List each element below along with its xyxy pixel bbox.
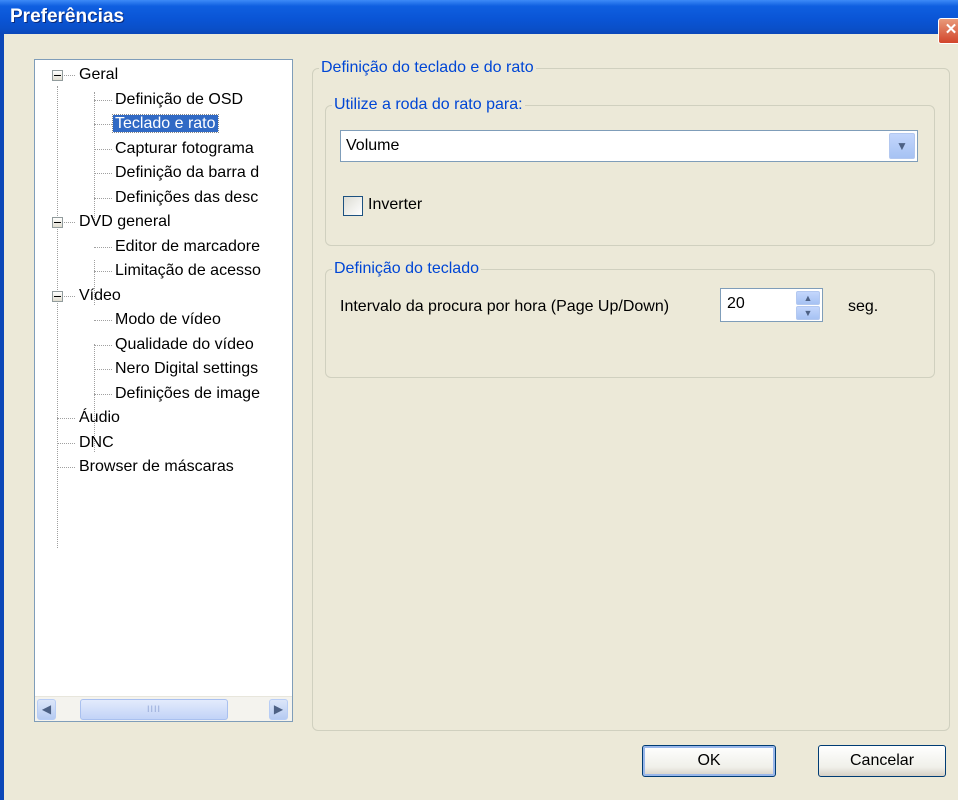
tree-item-label: DVD general	[79, 213, 171, 230]
tree-connector	[57, 418, 75, 419]
tree-item-label: Teclado e rato	[112, 114, 219, 133]
tree-item[interactable]: DVD general	[77, 210, 173, 234]
tree-connector	[94, 197, 112, 199]
tree-connector	[94, 246, 112, 248]
tree-item-label: Capturar fotograma	[115, 139, 254, 157]
spin-down-icon[interactable]: ▼	[796, 306, 820, 320]
tree-item-label: Definição da barra d	[115, 164, 260, 181]
close-button[interactable]: ✕	[938, 18, 958, 44]
collapse-icon[interactable]	[52, 290, 63, 302]
tree-item[interactable]: Definições das desc	[113, 186, 260, 210]
tree-connector	[94, 393, 112, 395]
minus-icon	[54, 295, 61, 297]
invert-checkbox[interactable]	[343, 196, 363, 216]
tree-item[interactable]: Definição da barra d	[113, 161, 261, 185]
seek-interval-label: Intervalo da procura por hora (Page Up/D…	[340, 298, 670, 315]
tree-item[interactable]: DNC	[77, 431, 116, 455]
mouse-wheel-select[interactable]: Volume ▼	[340, 130, 918, 162]
tree-item[interactable]: Nero Digital settings	[113, 357, 260, 381]
tree-item-label: Modo de vídeo	[115, 311, 221, 328]
collapse-icon[interactable]	[52, 217, 63, 228]
tree-item-label: Definições das desc	[115, 188, 259, 206]
mouse-wheel-group: Utilize a roda do rato para:	[325, 96, 935, 246]
tree-item-label: Áudio	[79, 409, 120, 426]
chevron-down-icon[interactable]: ▼	[889, 133, 915, 159]
tree-item[interactable]: Qualidade do vídeo	[113, 333, 256, 357]
tree-item[interactable]: Modo de vídeo	[113, 308, 223, 332]
seek-interval-value[interactable]: 20	[727, 295, 745, 313]
tree-item[interactable]: Definições de image	[113, 382, 262, 406]
tree-item-label: Vídeo	[79, 286, 121, 304]
invert-checkbox-label[interactable]: Inverter	[368, 196, 422, 214]
minus-icon	[54, 75, 61, 76]
tree-item-label: Editor de marcadore	[115, 237, 260, 255]
tree-connector	[94, 369, 112, 370]
tree-connector	[94, 92, 95, 224]
mouse-wheel-select-value: Volume	[346, 137, 400, 154]
tree-item-label: Definição de OSD	[115, 90, 244, 108]
tree-item[interactable]: Vídeo	[77, 284, 123, 308]
scroll-left-button[interactable]: ◀	[37, 699, 56, 720]
scroll-right-button[interactable]: ▶	[269, 699, 288, 720]
preferences-tree[interactable]: Geral Definição de OSD Teclado e rato Captu…	[34, 59, 293, 722]
tree-item[interactable]: Definição de OSD	[113, 88, 245, 112]
preferences-dialog: Preferências ✕ Geral Definição de OSD Tecl…	[0, 0, 958, 800]
seek-interval-stepper[interactable]: 20 ▲ ▼	[720, 288, 823, 322]
mouse-wheel-group-title: Utilize a roda do rato para:	[334, 96, 523, 113]
tree-connector	[94, 148, 112, 150]
minus-icon	[54, 222, 61, 223]
scroll-thumb[interactable]: IIII	[80, 699, 228, 720]
ok-button[interactable]: OK	[642, 745, 776, 777]
tree-connector	[57, 86, 58, 548]
tree-connector	[94, 320, 112, 321]
tree-connector	[94, 173, 112, 174]
keyboard-mouse-group-title: Definição do teclado e do rato	[321, 59, 534, 76]
tree-connector	[94, 124, 112, 125]
tree-item-label: Browser de máscaras	[79, 458, 234, 475]
tree-connector	[94, 344, 112, 346]
tree-item[interactable]: Áudio	[77, 406, 122, 430]
tree-item[interactable]: Geral	[77, 63, 120, 87]
tree-item-label: Definições de image	[115, 384, 260, 402]
tree-connector	[57, 442, 75, 444]
tree-item[interactable]: Browser de máscaras	[77, 455, 236, 479]
tree-item-label: DNC	[79, 433, 114, 451]
window-title: Preferências	[10, 6, 125, 27]
tree-item[interactable]: Limitação de acesso	[113, 259, 263, 283]
seek-interval-unit: seg.	[848, 298, 879, 315]
tree-item[interactable]: Capturar fotograma	[113, 137, 256, 161]
cancel-button[interactable]: Cancelar	[818, 745, 946, 777]
tree-connector	[94, 271, 112, 272]
tree-item[interactable]: Editor de marcadore	[113, 235, 262, 259]
tree-item-label: Limitação de acesso	[115, 262, 261, 279]
collapse-icon[interactable]	[52, 70, 63, 81]
spin-up-icon[interactable]: ▲	[796, 291, 820, 305]
tree-item[interactable]: Teclado e rato	[112, 112, 219, 136]
horizontal-scrollbar[interactable]: ◀ IIII ▶	[35, 696, 292, 721]
tree-connector	[57, 467, 75, 468]
tree-item-label: Qualidade do vídeo	[115, 335, 254, 353]
title-bar[interactable]: Preferências ✕	[0, 0, 958, 44]
keyboard-group: Definição do teclado	[325, 260, 935, 378]
tree-content: Geral Definição de OSD Teclado e rato Captu…	[35, 60, 292, 696]
tree-connector	[94, 99, 112, 101]
keyboard-group-title: Definição do teclado	[334, 260, 479, 277]
tree-item-label: Geral	[79, 66, 119, 83]
window-left-border	[0, 34, 4, 800]
tree-item-label: Nero Digital settings	[115, 360, 259, 377]
